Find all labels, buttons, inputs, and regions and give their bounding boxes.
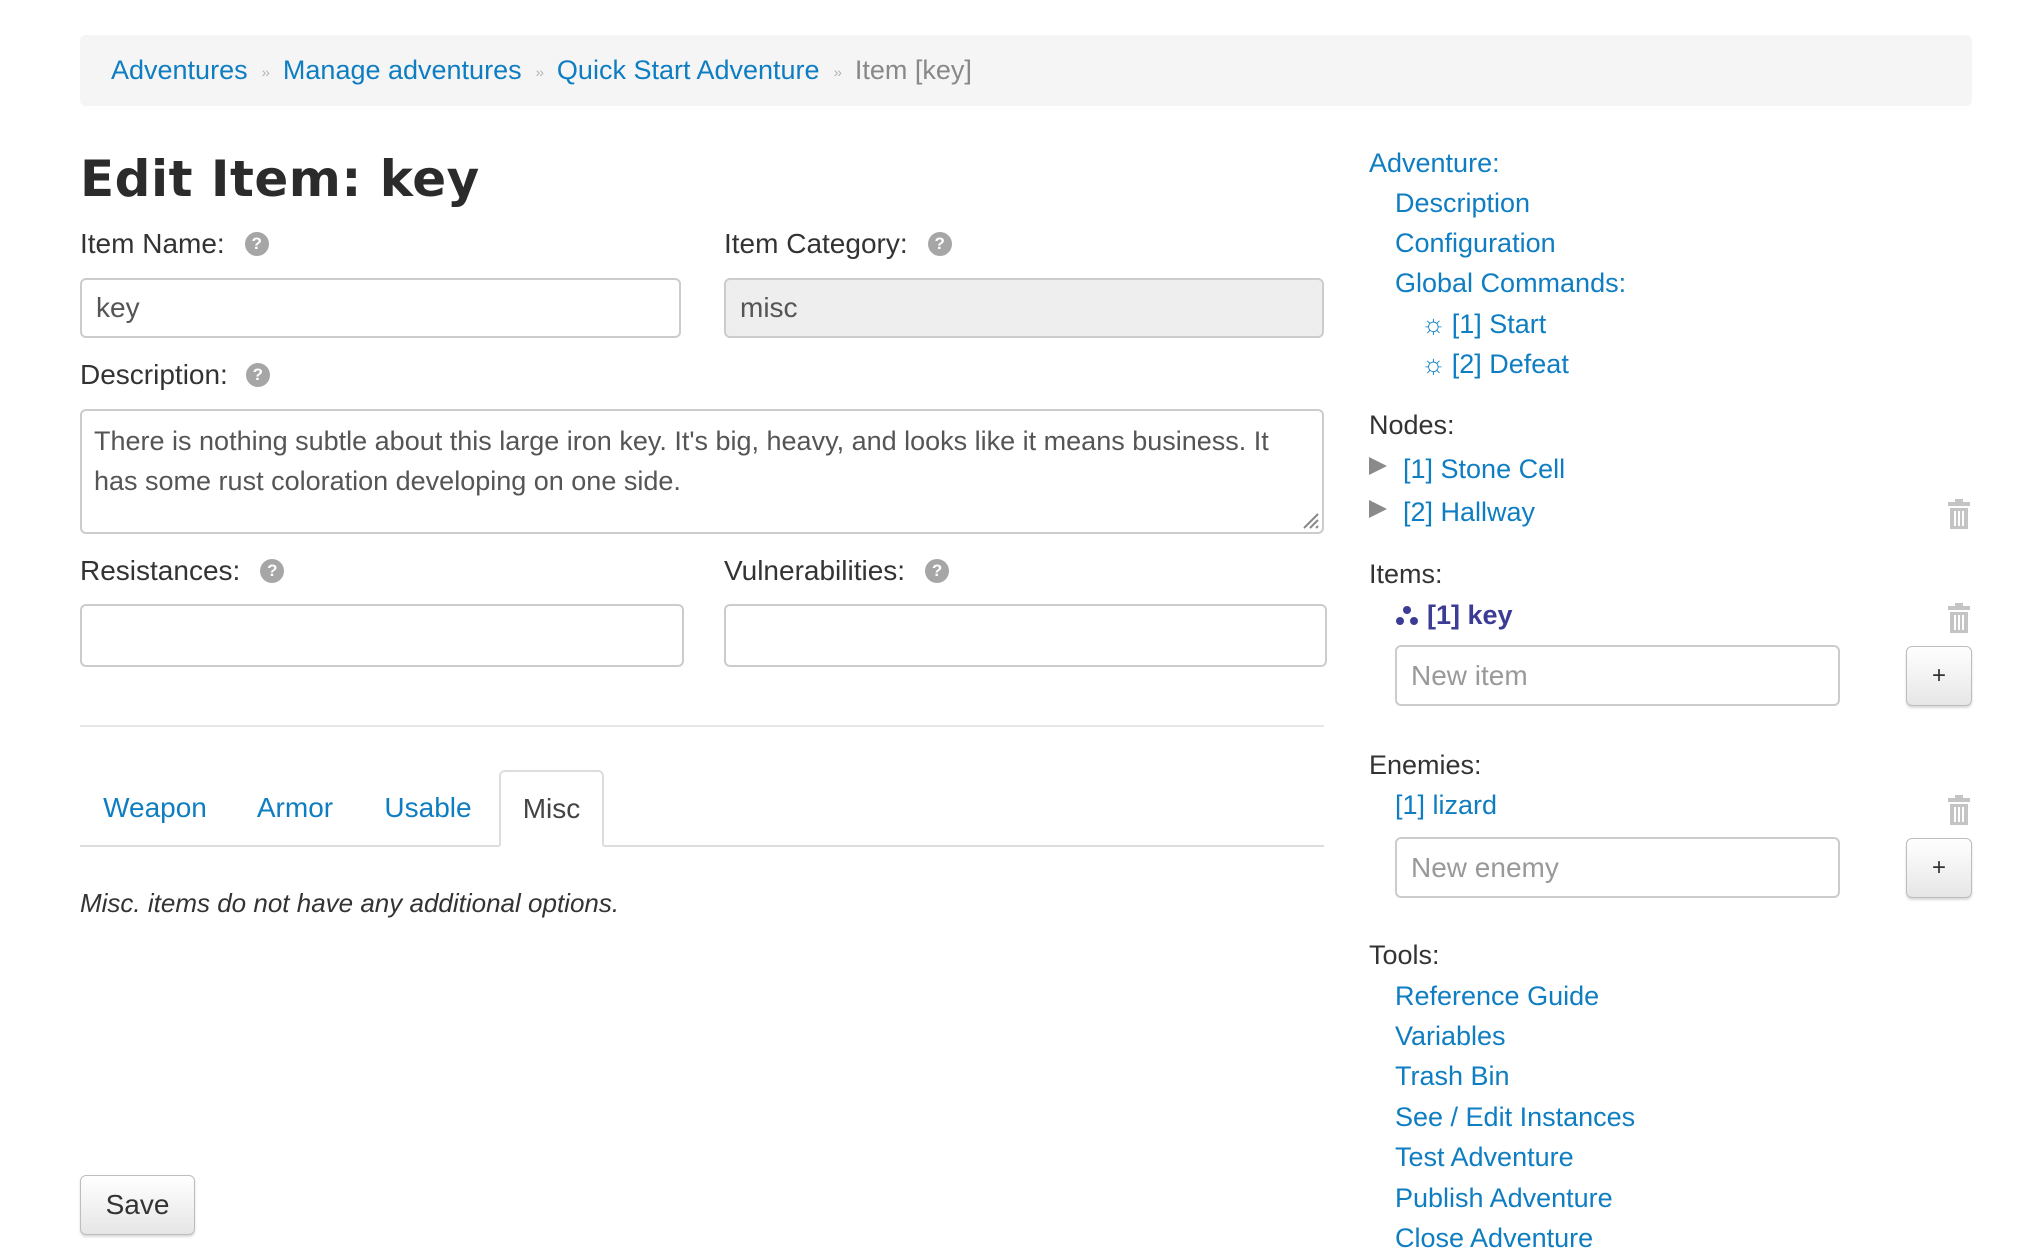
resistances-input[interactable] xyxy=(80,604,684,667)
sidebar-configuration-link[interactable]: Configuration xyxy=(1395,228,1556,259)
breadcrumb-current: Item [key] xyxy=(854,55,972,85)
sidebar-item-label[interactable]: [1] key xyxy=(1427,600,1513,631)
description-label-text: Description: xyxy=(80,359,228,390)
expand-triangle-icon[interactable] xyxy=(1369,500,1387,518)
sidebar-enemies-heading: Enemies: xyxy=(1369,750,1482,780)
item-dots-icon xyxy=(1396,605,1418,625)
sidebar-tool-publish-adventure[interactable]: Publish Adventure xyxy=(1395,1183,1613,1214)
vulnerabilities-label: Vulnerabilities: ? xyxy=(724,555,950,587)
sidebar-tool-trash-bin[interactable]: Trash Bin xyxy=(1395,1061,1510,1092)
gear-icon: ☼ xyxy=(1421,309,1446,339)
breadcrumb-quick-start-adventure[interactable]: Quick Start Adventure xyxy=(557,55,820,86)
save-button[interactable]: Save xyxy=(80,1175,195,1235)
help-icon[interactable]: ? xyxy=(244,232,269,256)
sidebar-tool-see-edit-instances[interactable]: See / Edit Instances xyxy=(1395,1102,1635,1133)
breadcrumb-adventures[interactable]: Adventures xyxy=(111,55,248,86)
resistances-label: Resistances: ? xyxy=(80,555,285,587)
vulnerabilities-label-text: Vulnerabilities: xyxy=(724,555,906,586)
breadcrumb: Adventures ›› Manage adventures ›› Quick… xyxy=(80,35,1972,106)
tab-armor[interactable]: Armor xyxy=(236,770,354,846)
sidebar-item-key[interactable]: [1] key xyxy=(1395,600,1513,631)
resistances-label-text: Resistances: xyxy=(80,555,241,586)
sidebar-global-commands-link[interactable]: Global Commands: xyxy=(1395,268,1626,299)
item-category-input xyxy=(724,278,1324,338)
help-icon[interactable]: ? xyxy=(927,232,952,256)
resize-grip-icon[interactable] xyxy=(1300,510,1320,530)
tab-misc[interactable]: Misc xyxy=(499,770,604,847)
item-category-label: Item Category: ? xyxy=(724,228,952,260)
sidebar-description-link[interactable]: Description xyxy=(1395,188,1530,219)
add-enemy-button[interactable]: + xyxy=(1906,838,1972,898)
sidebar-nodes-heading: Nodes: xyxy=(1369,410,1455,440)
tab-usable[interactable]: Usable xyxy=(368,770,488,846)
sidebar-node-stone-cell[interactable]: [1] Stone Cell xyxy=(1403,454,1565,485)
sidebar-tool-reference-guide[interactable]: Reference Guide xyxy=(1395,981,1599,1012)
trash-icon[interactable] xyxy=(1947,603,1971,633)
breadcrumb-separator: ›› xyxy=(261,63,270,80)
item-category-label-text: Item Category: xyxy=(724,228,908,259)
item-name-label: Item Name: ? xyxy=(80,228,269,260)
gear-icon: ☼ xyxy=(1421,349,1446,379)
page-title: Edit Item: key xyxy=(80,150,480,208)
section-divider xyxy=(80,725,1324,727)
tab-note: Misc. items do not have any additional o… xyxy=(80,888,620,918)
sidebar-adventure-link[interactable]: Adventure: xyxy=(1369,148,1500,179)
sidebar-enemy-lizard[interactable]: [1] lizard xyxy=(1395,790,1497,821)
add-item-button[interactable]: + xyxy=(1906,646,1972,706)
expand-triangle-icon[interactable] xyxy=(1369,457,1387,475)
description-textarea[interactable]: There is nothing subtle about this large… xyxy=(80,409,1324,534)
sidebar-tool-test-adventure[interactable]: Test Adventure xyxy=(1395,1142,1574,1173)
help-icon[interactable]: ? xyxy=(260,559,285,583)
sidebar-tools-heading: Tools: xyxy=(1369,940,1440,970)
help-icon[interactable]: ? xyxy=(925,559,950,583)
item-name-label-text: Item Name: xyxy=(80,228,225,259)
sidebar-tool-variables[interactable]: Variables xyxy=(1395,1021,1506,1052)
tab-weapon[interactable]: Weapon xyxy=(80,770,230,846)
new-item-input[interactable] xyxy=(1395,645,1840,706)
sidebar-items-heading: Items: xyxy=(1369,559,1443,589)
sidebar-tool-close-adventure[interactable]: Close Adventure xyxy=(1395,1223,1593,1254)
breadcrumb-separator: ›› xyxy=(833,63,842,80)
item-name-input[interactable] xyxy=(80,278,681,338)
new-enemy-input[interactable] xyxy=(1395,837,1840,898)
breadcrumb-manage-adventures[interactable]: Manage adventures xyxy=(283,55,522,86)
sidebar-command-label[interactable]: [1] Start xyxy=(1452,309,1547,340)
breadcrumb-separator: ›› xyxy=(535,63,544,80)
trash-icon[interactable] xyxy=(1947,499,1971,529)
sidebar-node-hallway[interactable]: [2] Hallway xyxy=(1403,497,1535,528)
sidebar-command-label[interactable]: [2] Defeat xyxy=(1452,349,1569,380)
trash-icon[interactable] xyxy=(1947,795,1971,825)
sidebar-command-start[interactable]: ☼ [1] Start xyxy=(1421,309,1546,340)
help-icon[interactable]: ? xyxy=(245,363,270,387)
sidebar-command-defeat[interactable]: ☼ [2] Defeat xyxy=(1421,349,1569,380)
vulnerabilities-input[interactable] xyxy=(724,604,1327,667)
description-label: Description: ? xyxy=(80,359,270,391)
